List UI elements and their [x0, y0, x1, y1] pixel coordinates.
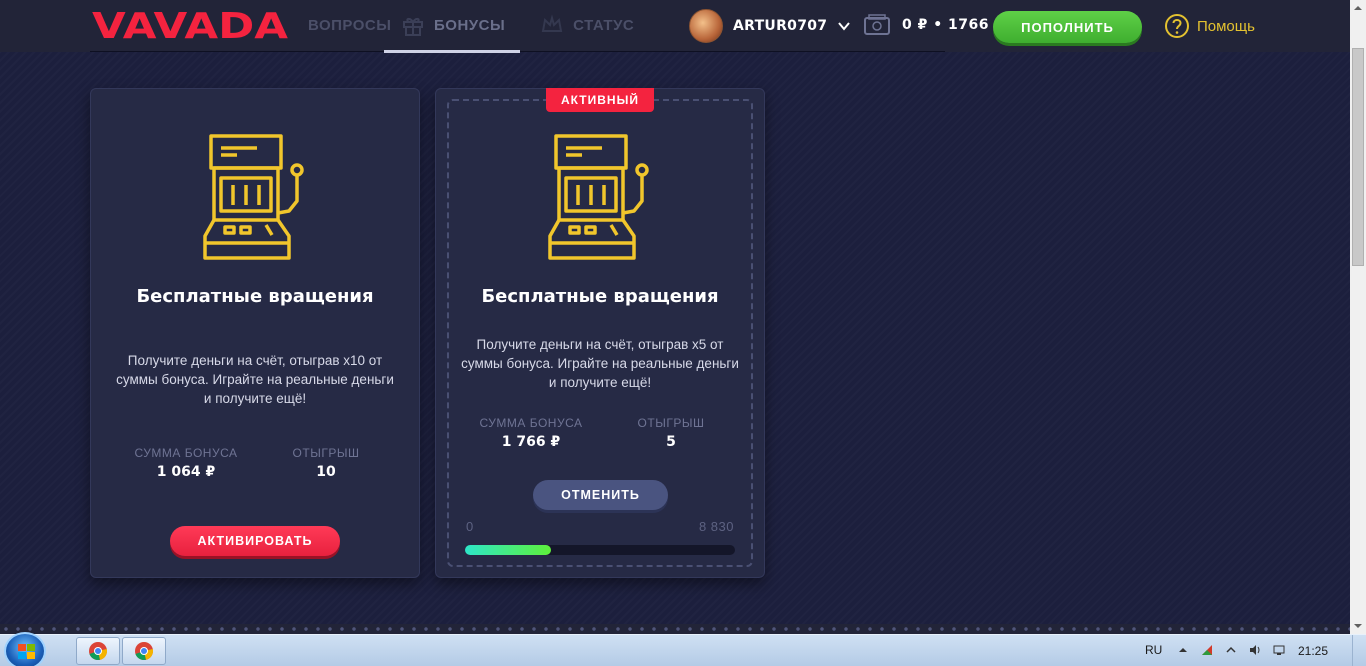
card-description: Получите деньги на счёт, отыграв х10 от … [116, 353, 394, 406]
balance-value: 0 ₽ • 1766 [902, 17, 990, 33]
wager-label: ОТЫГРЫШ [292, 446, 360, 460]
scroll-down-arrow-icon[interactable] [1350, 618, 1366, 634]
active-tab-indicator [384, 50, 520, 53]
footer-decor-strip [0, 624, 1350, 634]
activate-button[interactable]: АКТИВИРОВАТЬ [170, 526, 340, 556]
bonus-card-free-spins-x10: Бесплатные вращения Получите деньги на с… [90, 88, 420, 578]
taskbar-clock[interactable]: 21:25 [1298, 644, 1328, 658]
main-nav: ВОПРОСЫ БОНУСЫ СТАТУС [290, 0, 652, 52]
wallet-icon [864, 14, 890, 35]
help-label: Помощь [1197, 17, 1255, 35]
system-tray [1176, 643, 1286, 657]
language-indicator[interactable]: RU [1145, 643, 1162, 657]
tray-arrow-up-icon[interactable] [1176, 643, 1190, 657]
tab-questions[interactable]: ВОПРОСЫ [290, 0, 391, 50]
bonus-amount: СУММА БОНУСА 1 766 ₽ [461, 416, 601, 450]
bonus-amount-value: 1 766 ₽ [501, 434, 561, 450]
username: ARTUR0707 [733, 18, 828, 34]
page-scrollbar[interactable] [1350, 0, 1366, 634]
scroll-up-arrow-icon[interactable] [1350, 0, 1366, 16]
wager-value: 10 [316, 464, 336, 480]
tab-bonuses[interactable]: БОНУСЫ [384, 0, 523, 50]
show-desktop-button[interactable] [1352, 635, 1366, 666]
progress-max-label: 8 830 [698, 519, 734, 534]
chrome-icon [89, 642, 108, 661]
volume-icon[interactable] [1248, 643, 1262, 657]
progress-min-label: 0 [466, 519, 474, 534]
chevron-down-icon[interactable] [837, 19, 851, 33]
card-title: Бесплатные вращения [481, 286, 719, 307]
scroll-thumb[interactable] [1352, 48, 1364, 266]
tab-questions-label: ВОПРОСЫ [308, 16, 392, 34]
wager: ОТЫГРЫШ 5 [601, 416, 741, 450]
start-button[interactable] [4, 632, 46, 666]
windows-taskbar: RU 21:25 [0, 632, 1366, 666]
vavada-logo[interactable]: VAVADA [92, 8, 288, 42]
active-badge: АКТИВНЫЙ [546, 88, 654, 112]
wager: ОТЫГРЫШ 10 [256, 446, 396, 480]
tab-bonuses-label: БОНУСЫ [434, 16, 506, 34]
slot-machine-icon [548, 134, 649, 260]
help-link[interactable]: Помощь [1164, 13, 1255, 39]
site-header: VAVADA ВОПРОСЫ БОНУСЫ СТАТУС ARTUR0707 0… [0, 0, 1350, 52]
tab-status-label: СТАТУС [573, 16, 635, 34]
tab-status[interactable]: СТАТУС [523, 0, 652, 50]
bonus-amount-label: СУММА БОНУСА [479, 416, 583, 430]
help-icon [1165, 14, 1189, 38]
bonus-amount-value: 1 064 ₽ [156, 464, 216, 480]
wager-progress-bar [465, 545, 735, 555]
svg-text:VAVADA: VAVADA [92, 8, 288, 42]
card-title: Бесплатные вращения [136, 286, 374, 307]
bonus-amount: СУММА БОНУСА 1 064 ₽ [116, 446, 256, 480]
cancel-button[interactable]: ОТМЕНИТЬ [533, 480, 668, 510]
deposit-button[interactable]: ПОПОЛНИТЬ [993, 11, 1142, 43]
bonus-amount-label: СУММА БОНУСА [134, 446, 238, 460]
card-description: Получите деньги на счёт, отыграв х5 от с… [461, 337, 739, 390]
user-menu[interactable]: ARTUR0707 [689, 9, 851, 43]
network-flag-icon[interactable] [1200, 643, 1214, 657]
chrome-icon [135, 642, 154, 661]
slot-machine-icon [203, 134, 304, 260]
wager-value: 5 [666, 434, 676, 450]
crown-icon [541, 14, 563, 32]
chevron-up-icon[interactable] [1224, 643, 1238, 657]
avatar[interactable] [689, 9, 723, 43]
taskbar-chrome-2[interactable] [122, 637, 166, 665]
network-icon[interactable] [1272, 643, 1286, 657]
wager-label: ОТЫГРЫШ [637, 416, 705, 430]
taskbar-chrome-1[interactable] [76, 637, 120, 665]
gift-icon [403, 17, 423, 36]
bonus-card-free-spins-x5: АКТИВНЫЙ Бесплатные вращения Получите де… [435, 88, 765, 578]
wallet[interactable]: 0 ₽ • 1766 [864, 14, 989, 36]
windows-logo-icon [18, 644, 35, 659]
wager-progress-fill [465, 545, 552, 555]
